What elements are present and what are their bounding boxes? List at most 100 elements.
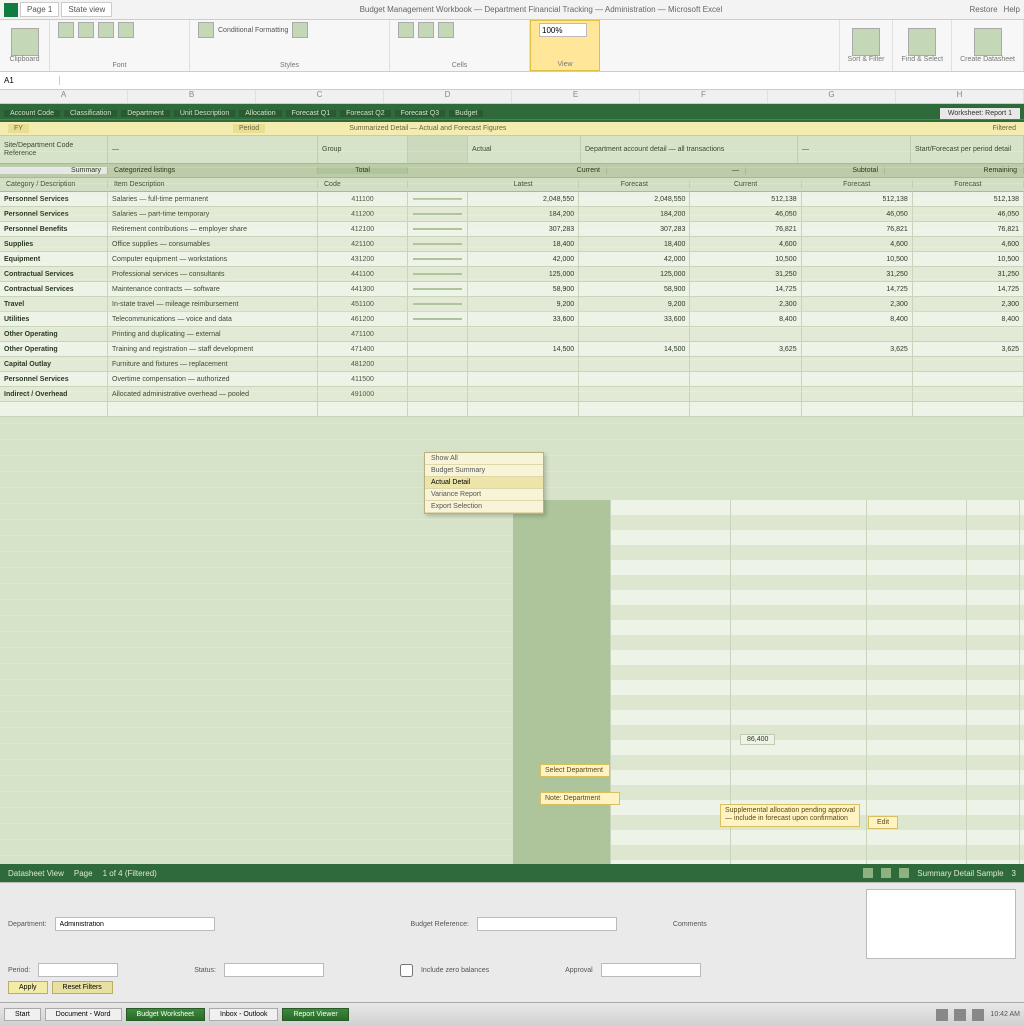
cell-value[interactable]: [579, 372, 690, 386]
taskbar-item[interactable]: Document - Word: [45, 1008, 122, 1021]
conditional-formatting-label[interactable]: Conditional Formatting: [218, 27, 288, 34]
cell-value[interactable]: 14,725: [690, 282, 801, 296]
cell-category[interactable]: Personnel Services: [0, 372, 108, 386]
cell-category[interactable]: Personnel Benefits: [0, 222, 108, 236]
col-hdr[interactable]: H: [896, 90, 1024, 103]
cell-value[interactable]: 512,138: [913, 192, 1024, 206]
cell-value[interactable]: [802, 357, 913, 371]
table-row[interactable]: Personnel ServicesSalaries — full-time p…: [0, 192, 1024, 207]
dropdown-item[interactable]: Variance Report: [425, 489, 543, 501]
table-row[interactable]: UtilitiesTelecommunications — voice and …: [0, 312, 1024, 327]
table-row[interactable]: Contractual ServicesProfessional service…: [0, 267, 1024, 282]
cell-value[interactable]: 18,400: [579, 237, 690, 251]
cell-code[interactable]: [318, 402, 408, 416]
cell-value[interactable]: [913, 327, 1024, 341]
cell-description[interactable]: Office supplies — consumables: [108, 237, 318, 251]
sort-filter-icon[interactable]: [852, 28, 880, 56]
cell-code[interactable]: 431200: [318, 252, 408, 266]
empty-grid-area[interactable]: [0, 500, 1024, 864]
cell-code[interactable]: 411200: [318, 207, 408, 221]
table-row[interactable]: SuppliesOffice supplies — consumables421…: [0, 237, 1024, 252]
cell-value[interactable]: 10,500: [913, 252, 1024, 266]
table-row[interactable]: EquipmentComputer equipment — workstatio…: [0, 252, 1024, 267]
quick-tab-1[interactable]: Page 1: [20, 2, 59, 17]
filter-dept-input[interactable]: [55, 917, 215, 931]
note-supplemental[interactable]: Supplemental allocation pending approval…: [720, 804, 860, 827]
cell-value[interactable]: 33,600: [468, 312, 579, 326]
cell-value[interactable]: 184,200: [579, 207, 690, 221]
cell-value[interactable]: 76,821: [802, 222, 913, 236]
cell-value[interactable]: 58,900: [468, 282, 579, 296]
cell-value[interactable]: [468, 357, 579, 371]
cell-value[interactable]: 46,050: [913, 207, 1024, 221]
paste-icon[interactable]: [11, 28, 39, 56]
cell-code[interactable]: 411500: [318, 372, 408, 386]
cell-value[interactable]: 3,625: [913, 342, 1024, 356]
cell-value[interactable]: 2,300: [913, 297, 1024, 311]
filter-status-input[interactable]: [224, 963, 324, 977]
col-hdr[interactable]: E: [512, 90, 640, 103]
cell-description[interactable]: Salaries — part-time temporary: [108, 207, 318, 221]
cell-value[interactable]: 2,300: [690, 297, 801, 311]
cell-value[interactable]: [913, 402, 1024, 416]
cell-value[interactable]: 9,200: [579, 297, 690, 311]
tray-shield-icon[interactable]: [972, 1009, 984, 1021]
cell-value[interactable]: 8,400: [690, 312, 801, 326]
insert-cells-icon[interactable]: [398, 22, 414, 38]
cell-value[interactable]: [690, 327, 801, 341]
find-select-icon[interactable]: [908, 28, 936, 56]
cell-code[interactable]: 471100: [318, 327, 408, 341]
cell-value[interactable]: 14,500: [579, 342, 690, 356]
col-hdr[interactable]: A: [0, 90, 128, 103]
cell-value[interactable]: 184,200: [468, 207, 579, 221]
cell-value[interactable]: 18,400: [468, 237, 579, 251]
cell-value[interactable]: [468, 372, 579, 386]
zoom-input[interactable]: [539, 23, 587, 37]
cell-value[interactable]: [468, 327, 579, 341]
cell-value[interactable]: [802, 402, 913, 416]
cell-value[interactable]: 125,000: [579, 267, 690, 281]
format-cells-icon[interactable]: [438, 22, 454, 38]
tray-clock[interactable]: 10:42 AM: [990, 1011, 1020, 1018]
bold-icon[interactable]: [58, 22, 74, 38]
table-row[interactable]: [0, 402, 1024, 417]
cell-category[interactable]: Personnel Services: [0, 207, 108, 221]
cell-value[interactable]: 10,500: [802, 252, 913, 266]
cell-code[interactable]: 441300: [318, 282, 408, 296]
cell-value[interactable]: 125,000: [468, 267, 579, 281]
comments-pane[interactable]: [866, 889, 1016, 959]
cell-value[interactable]: 46,050: [802, 207, 913, 221]
col-hdr[interactable]: D: [384, 90, 512, 103]
window-restore[interactable]: Restore: [970, 5, 998, 14]
cell-value[interactable]: [913, 372, 1024, 386]
cell-category[interactable]: Utilities: [0, 312, 108, 326]
view-break-icon[interactable]: [899, 868, 909, 878]
cell-description[interactable]: Overtime compensation — authorized: [108, 372, 318, 386]
cell-description[interactable]: Training and registration — staff develo…: [108, 342, 318, 356]
taskbar-item-active[interactable]: Budget Worksheet: [126, 1008, 205, 1021]
cell-description[interactable]: Maintenance contracts — software: [108, 282, 318, 296]
cell-code[interactable]: 451100: [318, 297, 408, 311]
cell-value[interactable]: 3,625: [802, 342, 913, 356]
dropdown-item[interactable]: Actual Detail: [425, 477, 543, 489]
cell-value[interactable]: 9,200: [468, 297, 579, 311]
table-row[interactable]: Other OperatingPrinting and duplicating …: [0, 327, 1024, 342]
cell-description[interactable]: Professional services — consultants: [108, 267, 318, 281]
cell-value[interactable]: [579, 357, 690, 371]
cell-code[interactable]: 421100: [318, 237, 408, 251]
dropdown-item[interactable]: Show All: [425, 453, 543, 465]
cell-value[interactable]: 76,821: [913, 222, 1024, 236]
cell-value[interactable]: [579, 402, 690, 416]
cell-value[interactable]: 14,500: [468, 342, 579, 356]
cell-value[interactable]: 31,250: [913, 267, 1024, 281]
cell-description[interactable]: Allocated administrative overhead — pool…: [108, 387, 318, 401]
cell-value[interactable]: 14,725: [802, 282, 913, 296]
view-layout-icon[interactable]: [881, 868, 891, 878]
start-button[interactable]: Start: [4, 1008, 41, 1021]
cell-value[interactable]: 2,048,550: [468, 192, 579, 206]
tray-volume-icon[interactable]: [954, 1009, 966, 1021]
cell-category[interactable]: Contractual Services: [0, 282, 108, 296]
cell-code[interactable]: 471400: [318, 342, 408, 356]
filter-period-input[interactable]: [38, 963, 118, 977]
filter-fy[interactable]: FY: [8, 124, 29, 133]
